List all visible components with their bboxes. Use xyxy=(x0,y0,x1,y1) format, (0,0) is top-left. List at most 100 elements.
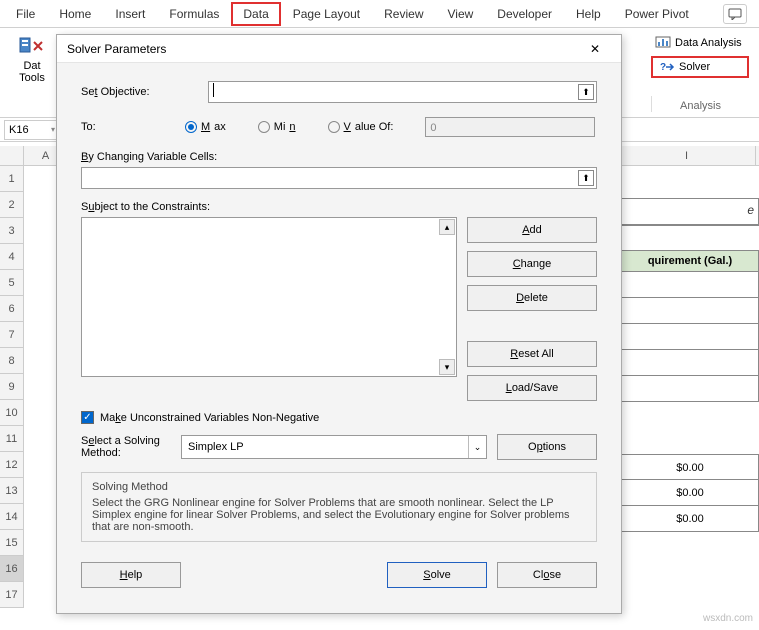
value-of-input[interactable]: 0 xyxy=(425,117,595,137)
solver-label: Solver xyxy=(679,61,710,73)
tab-developer[interactable]: Developer xyxy=(485,2,564,26)
tab-view[interactable]: View xyxy=(436,2,486,26)
radio-off-icon xyxy=(258,121,270,133)
delete-button[interactable]: Delete xyxy=(467,285,597,311)
radio-value-of[interactable]: Value Of: xyxy=(328,121,394,133)
tab-power-pivot[interactable]: Power Pivot xyxy=(613,2,701,26)
by-changing-label: By Changing Variable Cells: xyxy=(81,151,597,163)
close-button[interactable]: ✕ xyxy=(579,35,611,63)
total-cell-1[interactable]: $0.00 xyxy=(621,454,759,480)
set-objective-label: Set Objective: xyxy=(81,86,150,98)
ribbon-tabs: File Home Insert Formulas Data Page Layo… xyxy=(0,0,759,28)
sheet-fragment: e quirement (Gal.) $0.00 $0.00 $0.00 xyxy=(621,198,759,532)
scroll-down-icon[interactable]: ▾ xyxy=(439,359,455,375)
row-header[interactable]: 6 xyxy=(0,296,24,322)
solving-method-header: Solving Method xyxy=(92,481,586,493)
solve-button[interactable]: Solve xyxy=(387,562,487,588)
row-header[interactable]: 3 xyxy=(0,218,24,244)
analysis-group-label: Analysis xyxy=(651,96,749,112)
tab-data[interactable]: Data xyxy=(231,2,280,26)
col-header-i[interactable]: I xyxy=(618,146,756,165)
requirement-cell-1[interactable] xyxy=(621,272,759,298)
requirement-cell-3[interactable] xyxy=(621,324,759,350)
comment-icon xyxy=(728,8,742,20)
unconstrained-checkbox[interactable]: ✓ xyxy=(81,411,94,424)
close-dialog-button[interactable]: Close xyxy=(497,562,597,588)
tab-page-layout[interactable]: Page Layout xyxy=(281,2,372,26)
row-header[interactable]: 13 xyxy=(0,478,24,504)
requirement-header: quirement (Gal.) xyxy=(621,250,759,272)
name-box[interactable]: K16 ▾ xyxy=(4,120,60,140)
variable-cells-input[interactable]: ⬆ xyxy=(81,167,597,189)
data-analysis-label: Data Analysis xyxy=(675,37,742,49)
subject-to-label: Subject to the Constraints: xyxy=(81,201,597,213)
row-header[interactable]: 9 xyxy=(0,374,24,400)
data-tools-icon xyxy=(18,36,46,58)
add-button[interactable]: Add xyxy=(467,217,597,243)
row-header[interactable]: 15 xyxy=(0,530,24,556)
row-header[interactable]: 8 xyxy=(0,348,24,374)
analysis-group: Data Analysis ? Solver Analysis xyxy=(651,32,749,112)
title-fragment: e xyxy=(621,198,759,226)
row-header[interactable]: 5 xyxy=(0,270,24,296)
row-header[interactable]: 14 xyxy=(0,504,24,530)
row-header[interactable]: 1 xyxy=(0,166,24,192)
row-header[interactable]: 4 xyxy=(0,244,24,270)
name-box-dropdown-icon[interactable]: ▾ xyxy=(51,125,55,134)
text-cursor xyxy=(213,83,214,97)
selected-method: Simplex LP xyxy=(188,441,244,453)
tab-file[interactable]: File xyxy=(4,2,47,26)
objective-input[interactable]: ⬆ xyxy=(208,81,598,103)
chevron-down-icon[interactable]: ⌄ xyxy=(468,436,486,458)
unconstrained-label: Make Unconstrained Variables Non-Negativ… xyxy=(100,412,319,424)
tab-formulas[interactable]: Formulas xyxy=(157,2,231,26)
to-label: To: xyxy=(81,121,121,133)
row-header[interactable]: 10 xyxy=(0,400,24,426)
total-cell-3[interactable]: $0.00 xyxy=(621,506,759,532)
data-tools-group[interactable]: Dat Tools xyxy=(12,36,52,84)
solving-method-text: Select the GRG Nonlinear engine for Solv… xyxy=(92,497,586,533)
solving-method-select[interactable]: Simplex LP ⌄ xyxy=(181,435,487,459)
tab-review[interactable]: Review xyxy=(372,2,435,26)
reset-all-button[interactable]: Reset All xyxy=(467,341,597,367)
options-button[interactable]: Options xyxy=(497,434,597,460)
row-header[interactable]: 7 xyxy=(0,322,24,348)
row-header[interactable]: 16 xyxy=(0,556,24,582)
close-icon: ✕ xyxy=(590,42,600,56)
radio-min[interactable]: Min xyxy=(258,121,296,133)
row-header[interactable]: 11 xyxy=(0,426,24,452)
range-picker-icon[interactable]: ⬆ xyxy=(578,84,594,100)
help-button[interactable]: Help xyxy=(81,562,181,588)
dialog-title: Solver Parameters xyxy=(67,42,166,56)
solving-method-description: Solving Method Select the GRG Nonlinear … xyxy=(81,472,597,542)
row-header[interactable]: 2 xyxy=(0,192,24,218)
load-save-button[interactable]: Load/Save xyxy=(467,375,597,401)
requirement-cell-2[interactable] xyxy=(621,298,759,324)
solver-dialog: Solver Parameters ✕ Set Objective: ⬆ To:… xyxy=(56,34,622,614)
name-box-value: K16 xyxy=(9,124,29,136)
radio-off-icon xyxy=(328,121,340,133)
requirement-cell-4[interactable] xyxy=(621,350,759,376)
radio-on-icon xyxy=(185,121,197,133)
range-picker-icon[interactable]: ⬆ xyxy=(578,170,594,186)
requirement-cell-5[interactable] xyxy=(621,376,759,402)
tab-insert[interactable]: Insert xyxy=(103,2,157,26)
constraints-listbox[interactable]: ▴ ▾ xyxy=(81,217,457,377)
comments-button[interactable] xyxy=(723,4,747,24)
dialog-titlebar[interactable]: Solver Parameters ✕ xyxy=(57,35,621,63)
solver-icon: ? xyxy=(659,60,675,74)
row-header[interactable]: 12 xyxy=(0,452,24,478)
row-header[interactable]: 17 xyxy=(0,582,24,608)
radio-max[interactable]: Max xyxy=(185,121,226,133)
scroll-up-icon[interactable]: ▴ xyxy=(439,219,455,235)
change-button[interactable]: Change xyxy=(467,251,597,277)
total-cell-2[interactable]: $0.00 xyxy=(621,480,759,506)
select-all-corner[interactable] xyxy=(0,146,24,165)
solver-button[interactable]: ? Solver xyxy=(651,56,749,78)
watermark: wsxdn.com xyxy=(703,613,753,624)
data-tools-label1: Dat xyxy=(12,60,52,72)
tab-help[interactable]: Help xyxy=(564,2,613,26)
data-analysis-button[interactable]: Data Analysis xyxy=(651,32,749,54)
tab-home[interactable]: Home xyxy=(47,2,103,26)
svg-text:?: ? xyxy=(660,62,666,73)
